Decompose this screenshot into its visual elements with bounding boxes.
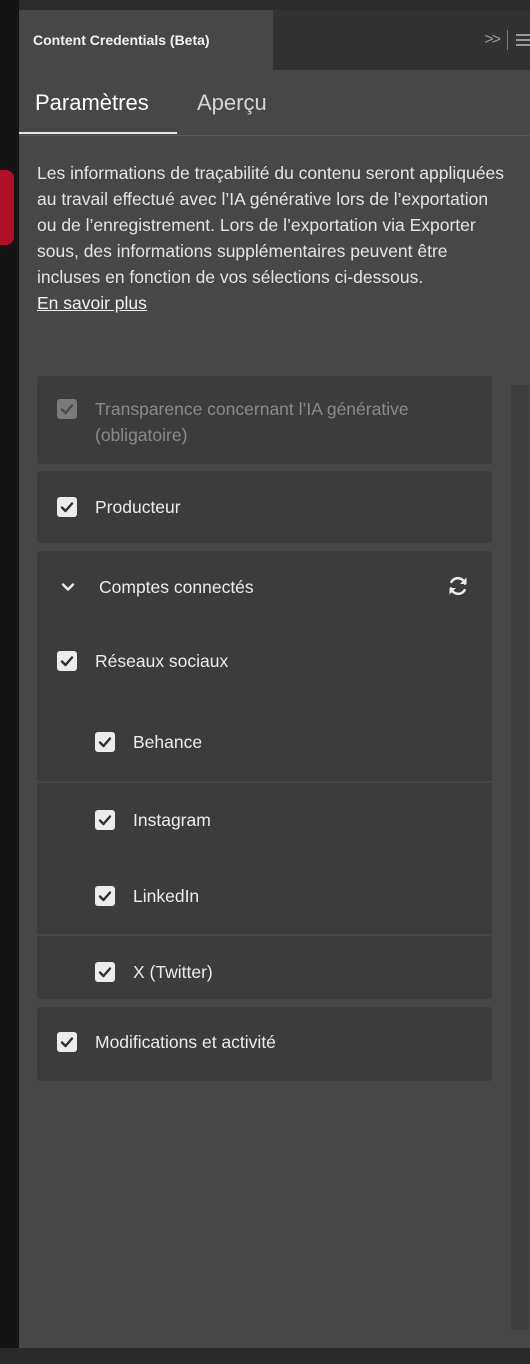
behance-checkbox[interactable] bbox=[95, 732, 115, 752]
row-divider bbox=[37, 781, 492, 783]
content-credentials-panel: Content Credentials (Beta) >> Paramètres… bbox=[19, 10, 530, 1348]
edits-checkbox[interactable] bbox=[57, 1032, 77, 1052]
producer-label: Producteur bbox=[95, 497, 181, 517]
tab-settings[interactable]: Paramètres bbox=[19, 70, 177, 134]
connected-accounts-label: Comptes connectés bbox=[99, 577, 254, 597]
learn-more-link[interactable]: En savoir plus bbox=[37, 293, 147, 313]
edits-label: Modifications et activité bbox=[95, 1032, 276, 1052]
scrollbar-track[interactable] bbox=[511, 385, 529, 1330]
linkedin-label: LinkedIn bbox=[133, 886, 200, 906]
double-chevron-right-icon[interactable]: >> bbox=[484, 31, 501, 49]
panel-header: Content Credentials (Beta) >> bbox=[19, 10, 530, 70]
panel-title-tab[interactable]: Content Credentials (Beta) bbox=[19, 10, 273, 70]
social-networks-checkbox[interactable] bbox=[57, 651, 77, 671]
option-account-instagram[interactable]: Instagram bbox=[95, 807, 211, 833]
option-account-x-twitter[interactable]: X (Twitter) bbox=[95, 959, 213, 985]
canvas-edge bbox=[0, 0, 19, 1364]
option-account-behance[interactable]: Behance bbox=[95, 729, 202, 755]
checkmark-icon bbox=[98, 891, 112, 902]
tab-bar: Paramètres Aperçu bbox=[19, 70, 530, 136]
top-edge bbox=[19, 0, 530, 10]
chevron-down-icon[interactable] bbox=[61, 580, 75, 594]
option-card-connected-accounts: Comptes connectés Réseaux sociaux Behanc… bbox=[37, 551, 492, 999]
option-genai: Transparence concernant l’IA générative … bbox=[57, 396, 475, 448]
hamburger-menu-icon[interactable] bbox=[516, 34, 530, 46]
option-social-networks[interactable]: Réseaux sociaux bbox=[57, 648, 228, 674]
description-text: Les informations de traçabilité du conte… bbox=[37, 163, 504, 287]
checkmark-icon bbox=[60, 1037, 74, 1048]
app-frame: Content Credentials (Beta) >> Paramètres… bbox=[0, 0, 530, 1364]
checkmark-icon bbox=[98, 815, 112, 826]
canvas-artwork-fragment bbox=[0, 170, 14, 245]
social-networks-label: Réseaux sociaux bbox=[95, 651, 229, 671]
instagram-label: Instagram bbox=[133, 810, 211, 830]
connected-accounts-header[interactable]: Comptes connectés bbox=[61, 574, 492, 600]
option-card-edits: Modifications et activité bbox=[37, 1007, 492, 1081]
option-card-producer: Producteur bbox=[37, 471, 492, 543]
checkmark-icon bbox=[98, 737, 112, 748]
instagram-checkbox[interactable] bbox=[95, 810, 115, 830]
genai-checkbox bbox=[57, 399, 77, 419]
panel-header-controls: >> bbox=[484, 10, 530, 70]
option-account-linkedin[interactable]: LinkedIn bbox=[95, 883, 199, 909]
linkedin-checkbox[interactable] bbox=[95, 886, 115, 906]
checkmark-icon bbox=[60, 502, 74, 513]
header-divider bbox=[507, 30, 508, 50]
tab-preview[interactable]: Aperçu bbox=[197, 70, 267, 134]
checkmark-icon bbox=[60, 404, 74, 415]
checkmark-icon bbox=[60, 656, 74, 667]
option-producer[interactable]: Producteur bbox=[57, 494, 181, 520]
x-twitter-label: X (Twitter) bbox=[133, 962, 213, 982]
bottom-edge bbox=[0, 1348, 530, 1364]
genai-label: Transparence concernant l’IA générative … bbox=[95, 399, 409, 445]
behance-label: Behance bbox=[133, 732, 203, 752]
description: Les informations de traçabilité du conte… bbox=[37, 160, 512, 316]
x-twitter-checkbox[interactable] bbox=[95, 962, 115, 982]
producer-checkbox[interactable] bbox=[57, 497, 77, 517]
option-card-genai: Transparence concernant l’IA générative … bbox=[37, 376, 492, 464]
row-divider bbox=[37, 934, 492, 936]
checkmark-icon bbox=[98, 967, 112, 978]
option-edits[interactable]: Modifications et activité bbox=[57, 1029, 276, 1055]
refresh-icon[interactable] bbox=[446, 574, 470, 598]
